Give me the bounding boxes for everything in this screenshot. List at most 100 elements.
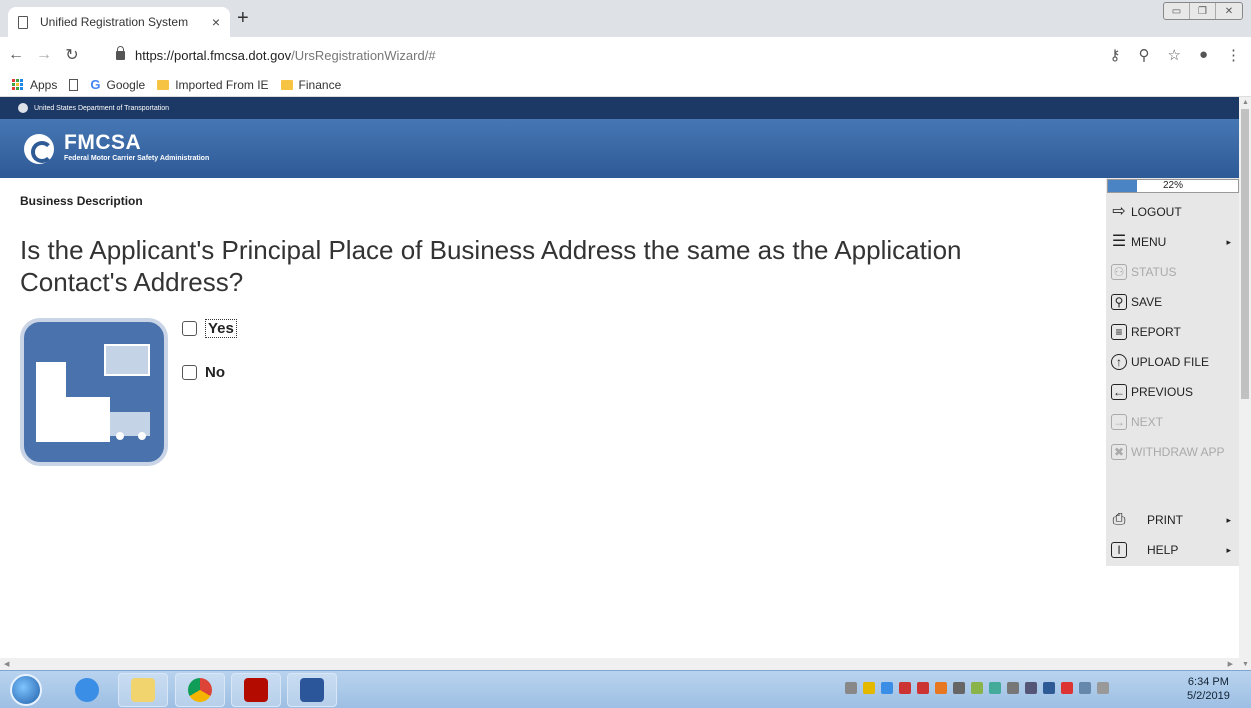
- bookmark-page[interactable]: [69, 78, 79, 91]
- progress-text: 22%: [1162, 180, 1183, 191]
- chevron-right-icon: ▸: [1226, 236, 1231, 247]
- tray-icon[interactable]: [1043, 682, 1055, 694]
- address-bar[interactable]: https://portal.fmcsa.dot.gov/UrsRegistra…: [104, 41, 1084, 69]
- window-controls: ▭ ❐ ✕: [1163, 2, 1243, 20]
- browser-toolbar: ← → ↻ https://portal.fmcsa.dot.gov/UrsRe…: [0, 37, 1251, 73]
- tray-icon[interactable]: [845, 682, 857, 694]
- page-icon: [18, 15, 28, 29]
- tray-icon[interactable]: [1061, 682, 1073, 694]
- key-icon[interactable]: ⚷: [1109, 46, 1120, 64]
- signal-icon[interactable]: [953, 682, 965, 694]
- apps-grid-icon: [12, 78, 24, 91]
- withdraw-app-button[interactable]: ✖ WITHDRAW APP: [1108, 438, 1237, 466]
- account-icon[interactable]: ●: [1199, 46, 1208, 64]
- option-yes[interactable]: Yes: [182, 319, 237, 338]
- next-button[interactable]: → NEXT: [1108, 408, 1237, 436]
- bookmark-label: Imported From IE: [175, 77, 269, 92]
- withdraw-icon: ✖: [1111, 444, 1127, 460]
- previous-button[interactable]: ← PREVIOUS: [1108, 378, 1237, 406]
- wizard-sidebar: 22% ⇨ LOGOUT ☰ MENU ▸ ⚇ STATUS ⚲ SAVE ≡ …: [1106, 178, 1239, 566]
- more-menu-icon[interactable]: ⋮: [1226, 46, 1241, 64]
- upload-icon: ↑: [1111, 354, 1127, 370]
- option-label: No: [205, 364, 225, 381]
- clock[interactable]: 6:34 PM 5/2/2019: [1187, 675, 1230, 703]
- logout-icon: ⇨: [1112, 203, 1126, 220]
- zoom-icon[interactable]: ⚲: [1138, 46, 1149, 64]
- tray-icon[interactable]: [971, 682, 983, 694]
- sidebar-label: WITHDRAW APP: [1131, 445, 1225, 459]
- menu-button[interactable]: ☰ MENU ▸: [1108, 228, 1237, 256]
- display-icon[interactable]: [1079, 682, 1091, 694]
- new-tab-button[interactable]: +: [237, 8, 249, 28]
- tray-icon[interactable]: [935, 682, 947, 694]
- section-label: Business Description: [20, 194, 143, 208]
- print-icon: ⎙: [1112, 511, 1126, 528]
- yes-checkbox[interactable]: [182, 321, 197, 336]
- help-button[interactable]: i HELP ▸: [1108, 536, 1237, 564]
- shield-icon[interactable]: [863, 682, 875, 694]
- scroll-down-icon[interactable]: ▼: [1242, 661, 1249, 668]
- tray-icon[interactable]: [1025, 682, 1037, 694]
- tray-icon[interactable]: [899, 682, 911, 694]
- horizontal-scrollbar[interactable]: ◀ ▶: [0, 658, 1239, 670]
- folder-icon: [131, 678, 155, 702]
- sidebar-label: PREVIOUS: [1131, 385, 1194, 399]
- reload-icon[interactable]: ↻: [60, 45, 84, 65]
- close-window-icon[interactable]: ✕: [1216, 3, 1242, 19]
- factory-icon: [60, 397, 110, 442]
- bookmark-imported[interactable]: Imported From IE: [157, 77, 269, 92]
- url-path: /UrsRegistrationWizard/#: [291, 47, 436, 63]
- upload-file-button[interactable]: ↑ UPLOAD FILE: [1108, 348, 1237, 376]
- bookmark-apps[interactable]: Apps: [12, 78, 57, 92]
- report-button[interactable]: ≡ REPORT: [1108, 318, 1237, 346]
- tray-icon[interactable]: [989, 682, 1001, 694]
- print-button[interactable]: ⎙ PRINT ▸: [1108, 506, 1237, 534]
- scroll-right-icon[interactable]: ▶: [1228, 660, 1233, 668]
- bookmark-label: Apps: [30, 77, 58, 92]
- option-no[interactable]: No: [182, 364, 225, 381]
- scroll-thumb[interactable]: [1241, 109, 1249, 399]
- site-header: FMCSA Federal Motor Carrier Safety Admin…: [0, 119, 1239, 178]
- browser-tab[interactable]: Unified Registration System ×: [8, 7, 230, 37]
- wheel-icon: [138, 432, 146, 440]
- explorer-taskbar-button[interactable]: [118, 673, 168, 707]
- sidebar-label: LOGOUT: [1131, 205, 1182, 219]
- chevron-right-icon: ▸: [1226, 514, 1231, 525]
- system-tray: [845, 682, 1109, 694]
- menu-icon: ☰: [1111, 233, 1127, 250]
- bookmark-google[interactable]: G Google: [90, 77, 145, 92]
- option-label: Yes: [205, 319, 237, 338]
- back-icon[interactable]: ←: [4, 46, 28, 64]
- fmcsa-logo-icon[interactable]: [24, 134, 54, 164]
- ie-taskbar-button[interactable]: [62, 673, 112, 707]
- scroll-up-icon[interactable]: ▲: [1242, 99, 1249, 106]
- no-checkbox[interactable]: [182, 365, 197, 380]
- restore-icon[interactable]: ❐: [1190, 3, 1216, 19]
- start-button[interactable]: [10, 674, 42, 706]
- save-button[interactable]: ⚲ SAVE: [1108, 288, 1237, 316]
- logout-button[interactable]: ⇨ LOGOUT: [1108, 198, 1237, 226]
- word-taskbar-button[interactable]: [287, 673, 337, 707]
- bookmarks-bar: Apps G Google Imported From IE Finance: [0, 73, 1251, 97]
- tray-icon[interactable]: [1007, 682, 1019, 694]
- report-icon: ≡: [1111, 324, 1127, 340]
- chrome-icon: [188, 678, 212, 702]
- folder-icon: [157, 79, 170, 90]
- tray-icon[interactable]: [917, 682, 929, 694]
- bookmark-finance[interactable]: Finance: [280, 78, 341, 92]
- previous-icon: ←: [1111, 384, 1127, 400]
- bookmark-label: Google: [106, 77, 146, 92]
- sidebar-label: HELP: [1147, 543, 1179, 557]
- acrobat-icon: [244, 678, 268, 702]
- scroll-left-icon[interactable]: ◀: [4, 660, 9, 668]
- tab-close-icon[interactable]: ×: [212, 14, 220, 30]
- tray-icon[interactable]: [881, 682, 893, 694]
- volume-icon[interactable]: [1097, 682, 1109, 694]
- star-icon[interactable]: ☆: [1167, 46, 1180, 64]
- chrome-taskbar-button[interactable]: [175, 673, 225, 707]
- status-button[interactable]: ⚇ STATUS: [1108, 258, 1237, 286]
- vertical-scrollbar[interactable]: ▲ ▼: [1239, 97, 1251, 670]
- forward-icon[interactable]: →: [32, 46, 56, 64]
- acrobat-taskbar-button[interactable]: [231, 673, 281, 707]
- minimize-icon[interactable]: ▭: [1164, 3, 1190, 19]
